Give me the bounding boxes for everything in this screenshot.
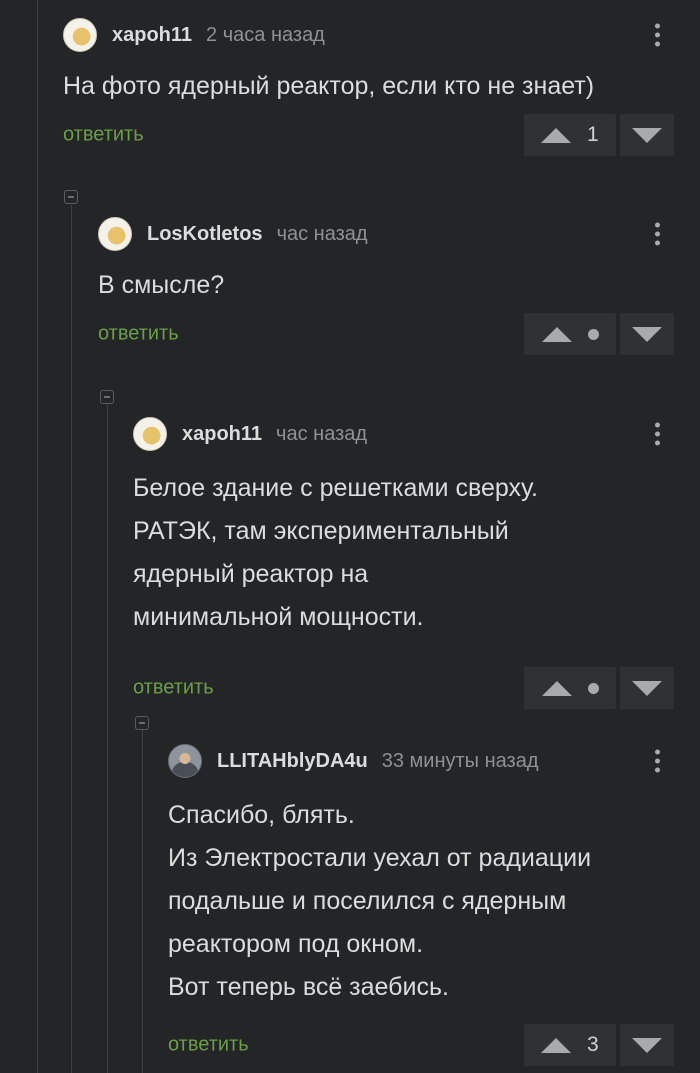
reply-link[interactable]: ответить	[168, 1034, 249, 1057]
comment-text: В смысле?	[98, 264, 700, 307]
comment-line: Из Электростали уехал от радиации	[168, 844, 592, 872]
comment: LLITAHblyDA4u 33 минуты назад Спасибо, б…	[168, 741, 700, 1066]
comment-actions: ответить	[133, 667, 700, 709]
timestamp: час назад	[276, 422, 368, 445]
triangle-up-icon	[541, 680, 572, 696]
comment-line: На фото ядерный реактор, если кто не зна…	[63, 72, 595, 100]
thread-line	[142, 730, 143, 1073]
comment: xapoh11 2 часа назад На фото ядерный реа…	[63, 15, 700, 156]
comment-line: В смысле?	[98, 271, 225, 299]
more-vertical-icon[interactable]	[654, 222, 660, 246]
avatar[interactable]	[98, 217, 132, 251]
comment-actions: ответить 3	[168, 1024, 700, 1066]
triangle-up-icon	[541, 127, 571, 143]
comment-line: минимальной мощности.	[133, 603, 424, 631]
upvote-button[interactable]: 3	[524, 1024, 616, 1066]
upvote-button[interactable]: 1	[524, 114, 616, 156]
triangle-up-icon	[541, 326, 572, 342]
username[interactable]: xapoh11	[112, 24, 192, 47]
timestamp: 2 часа назад	[206, 23, 325, 46]
vote-score: 3	[587, 1033, 599, 1056]
comment-actions: ответить 1	[63, 114, 700, 156]
triangle-up-icon	[541, 1037, 571, 1053]
reply-link[interactable]: ответить	[98, 323, 179, 346]
comment: LosKotletos час назад В смысле? ответить	[98, 214, 700, 355]
comment-line: Спасибо, блять.	[168, 801, 355, 829]
avatar[interactable]	[168, 744, 202, 778]
collapse-minus-icon[interactable]	[100, 390, 114, 404]
upvote-button[interactable]	[524, 667, 616, 709]
comment-text: Белое здание с решетками сверху. РАТЭК, …	[133, 467, 700, 639]
triangle-down-icon	[632, 680, 662, 696]
comment-actions: ответить	[98, 313, 700, 355]
downvote-button[interactable]	[620, 667, 674, 709]
comment-line: Белое здание с решетками сверху.	[133, 474, 538, 502]
comment-header: LosKotletos час назад	[98, 214, 700, 254]
comment-header: xapoh11 2 часа назад	[63, 15, 700, 55]
comment-line: подальше и поселился с ядерным	[168, 887, 567, 915]
downvote-button[interactable]	[620, 313, 674, 355]
username[interactable]: LLITAHblyDA4u	[217, 750, 368, 773]
zero-score-dot	[587, 682, 599, 694]
comment-text: Спасибо, блять. Из Электростали уехал от…	[168, 794, 700, 1009]
upvote-button[interactable]	[524, 313, 616, 355]
triangle-down-icon	[632, 1037, 662, 1053]
comment-header: LLITAHblyDA4u 33 минуты назад	[168, 741, 700, 781]
username[interactable]: xapoh11	[182, 423, 262, 446]
username[interactable]: LosKotletos	[147, 223, 263, 246]
collapse-minus-icon[interactable]	[64, 190, 78, 204]
comment-line: Вот теперь всё заебись.	[168, 973, 449, 1001]
timestamp: 33 минуты назад	[381, 749, 539, 772]
more-vertical-icon[interactable]	[654, 749, 660, 773]
comment-line: РАТЭК, там экспериментальный	[133, 517, 509, 545]
triangle-down-icon	[632, 127, 662, 143]
thread-line	[107, 405, 108, 1073]
triangle-down-icon	[632, 326, 662, 342]
more-vertical-icon[interactable]	[654, 422, 660, 446]
thread-line	[37, 0, 38, 1073]
comment-line: реактором под окном.	[168, 930, 424, 958]
collapse-minus-icon[interactable]	[135, 716, 149, 730]
vote-score: 1	[587, 123, 599, 146]
more-vertical-icon[interactable]	[654, 23, 660, 47]
thread-line	[71, 205, 72, 1073]
reply-link[interactable]: ответить	[63, 124, 144, 147]
comment: xapoh11 час назад Белое здание с решетка…	[133, 414, 700, 709]
timestamp: час назад	[276, 222, 368, 245]
comment-line: ядерный реактор на	[133, 560, 369, 588]
comment-text: На фото ядерный реактор, если кто не зна…	[63, 65, 700, 108]
zero-score-dot	[587, 328, 599, 340]
avatar[interactable]	[63, 18, 97, 52]
avatar[interactable]	[133, 417, 167, 451]
reply-link[interactable]: ответить	[133, 677, 214, 700]
downvote-button[interactable]	[620, 1024, 674, 1066]
downvote-button[interactable]	[620, 114, 674, 156]
comment-header: xapoh11 час назад	[133, 414, 700, 454]
